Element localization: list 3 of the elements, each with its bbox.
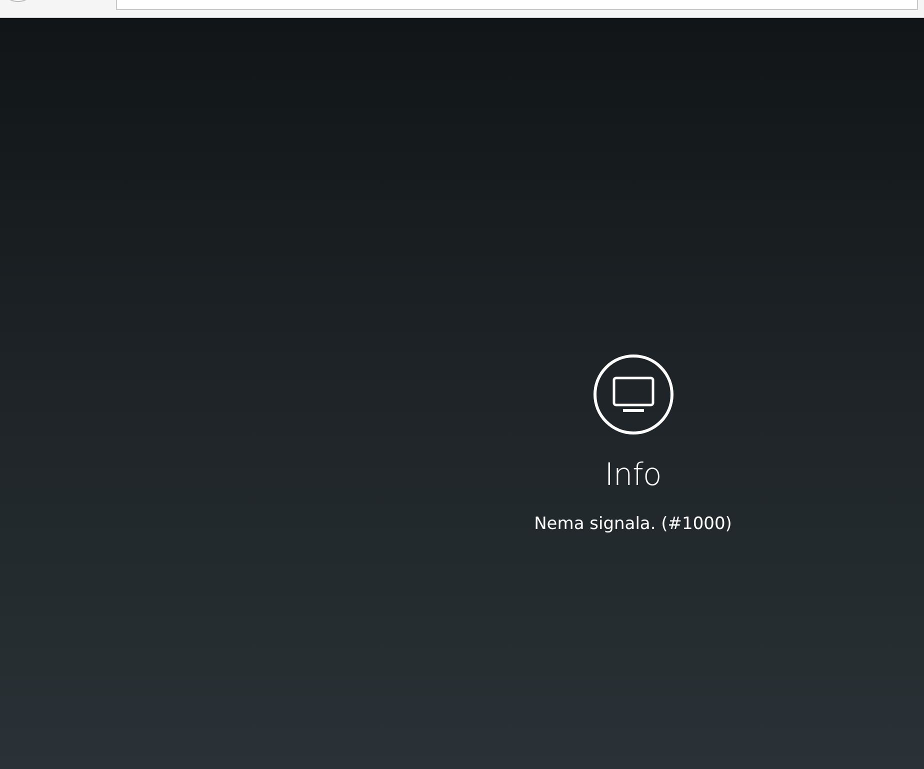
info-title: Info [604, 457, 662, 493]
error-message: Nema signala. (#1000) [534, 513, 732, 535]
tv-icon [592, 354, 674, 435]
